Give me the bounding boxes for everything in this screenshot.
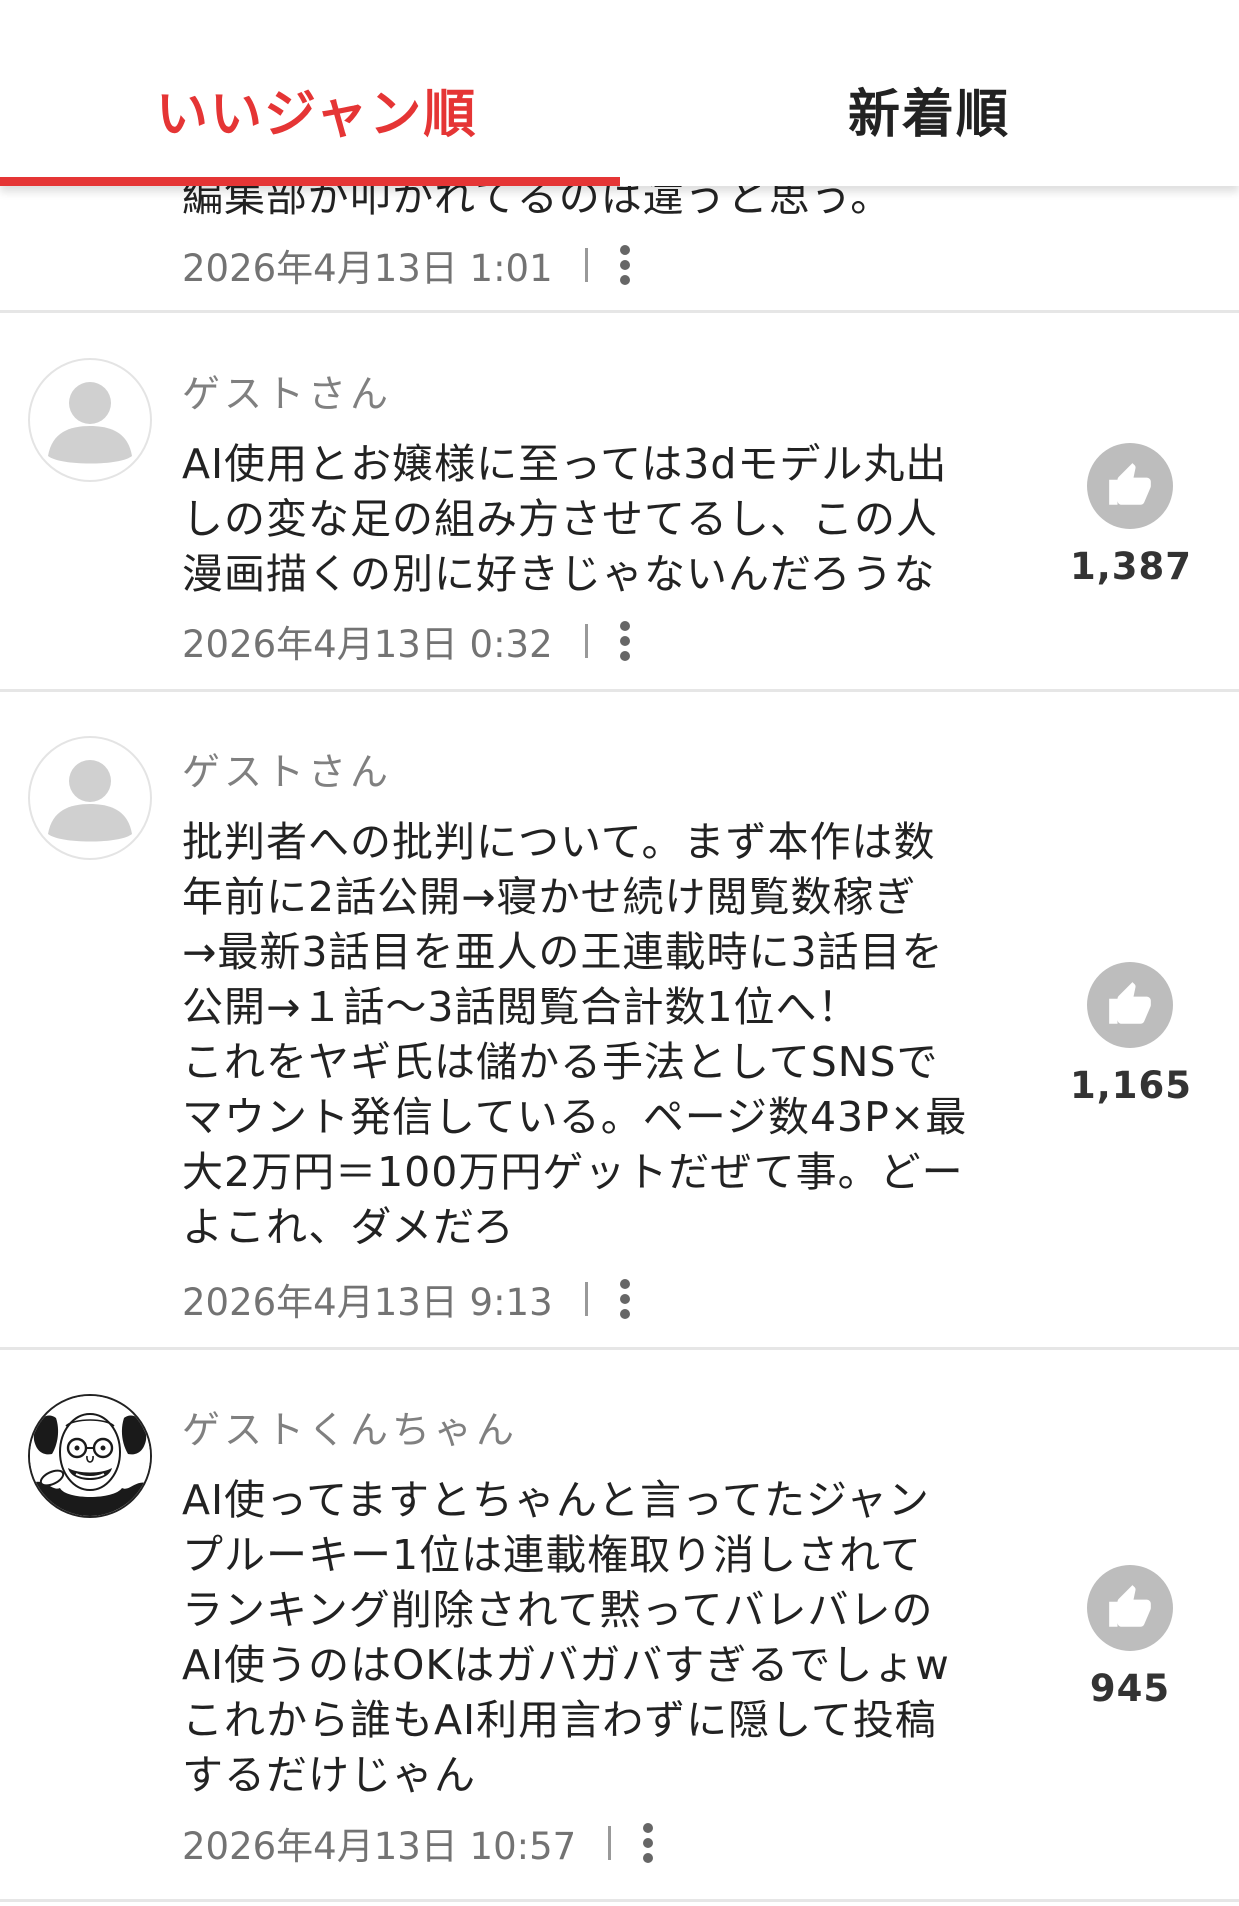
thumbs-up-icon (1109, 463, 1151, 505)
comment-meta: 2026年4月13日 10:57 (182, 1818, 663, 1868)
like-count: 1,165 (1070, 1064, 1193, 1107)
more-options-button[interactable] (633, 1818, 663, 1868)
like-group: 1,165 (1070, 962, 1193, 1107)
active-tab-indicator (0, 177, 620, 186)
meta-divider (584, 1282, 588, 1316)
meta-divider (584, 248, 588, 282)
like-button[interactable] (1087, 443, 1173, 529)
tab-popular[interactable]: いいジャン順 (156, 72, 477, 147)
caricature-avatar-icon (30, 1396, 150, 1516)
avatar[interactable] (28, 358, 152, 482)
comment-body: AI使ってますとちゃんと言ってたジャン プルーキー1位は連載権取り消しされて ラ… (182, 1476, 950, 1799)
like-group: 1,387 (1070, 443, 1193, 588)
kebab-menu-icon (619, 1279, 630, 1319)
comment-author: ゲストさん (182, 372, 393, 416)
kebab-menu-icon (643, 1823, 654, 1863)
comment-date: 2026年4月13日 1:01 (182, 247, 553, 290)
like-button[interactable] (1087, 1565, 1173, 1651)
like-group: 945 (1070, 1565, 1190, 1710)
comment-meta: 2026年4月13日 9:13 (182, 1274, 640, 1324)
comment-body: 批判者への批判について。まず本作は数 年前に2話公開→寝かせ続け閲覧数稼ぎ →最… (182, 818, 968, 1251)
comment-author: ゲストくんちゃん (182, 1408, 519, 1452)
more-options-button[interactable] (610, 1274, 640, 1324)
comment-item: ゲストさん AI使用とお嬢様に至っては3dモデル丸出 しの変な足の組み方させてる… (0, 313, 1239, 692)
like-button[interactable] (1087, 962, 1173, 1048)
kebab-menu-icon (619, 621, 630, 661)
meta-divider (584, 624, 588, 658)
default-user-icon (48, 382, 132, 464)
comment-date: 2026年4月13日 0:32 (182, 623, 553, 666)
meta-divider (608, 1826, 612, 1860)
more-options-button[interactable] (610, 240, 640, 290)
comment-meta: 2026年4月13日 1:01 (182, 240, 640, 290)
comment-feed: 編集部が叩かれてるのは違うと思う。 2026年4月13日 1:01 ゲストさん … (0, 0, 1239, 1906)
avatar[interactable] (28, 736, 152, 860)
more-options-button[interactable] (610, 616, 640, 666)
comment-body: AI使用とお嬢様に至っては3dモデル丸出 しの変な足の組み方させてるし、この人 … (182, 440, 948, 598)
thumbs-up-icon (1109, 982, 1151, 1024)
comment-meta: 2026年4月13日 0:32 (182, 616, 640, 666)
comment-date: 2026年4月13日 9:13 (182, 1281, 553, 1324)
tab-newest[interactable]: 新着順 (848, 72, 1010, 147)
default-user-icon (48, 760, 132, 842)
like-count: 945 (1089, 1667, 1171, 1710)
comment-item: ゲストくんちゃん AI使ってますとちゃんと言ってたジャン プルーキー1位は連載権… (0, 1350, 1239, 1902)
like-count: 1,387 (1070, 545, 1193, 588)
comment-item: ゲストさん 批判者への批判について。まず本作は数 年前に2話公開→寝かせ続け閲覧… (0, 692, 1239, 1350)
thumbs-up-icon (1109, 1585, 1151, 1627)
avatar[interactable] (28, 1394, 152, 1518)
comment-author: ゲストさん (182, 750, 393, 794)
sort-tab-bar: いいジャン順 新着順 (0, 0, 1239, 186)
comment-date: 2026年4月13日 10:57 (182, 1825, 577, 1868)
kebab-menu-icon (619, 245, 630, 285)
